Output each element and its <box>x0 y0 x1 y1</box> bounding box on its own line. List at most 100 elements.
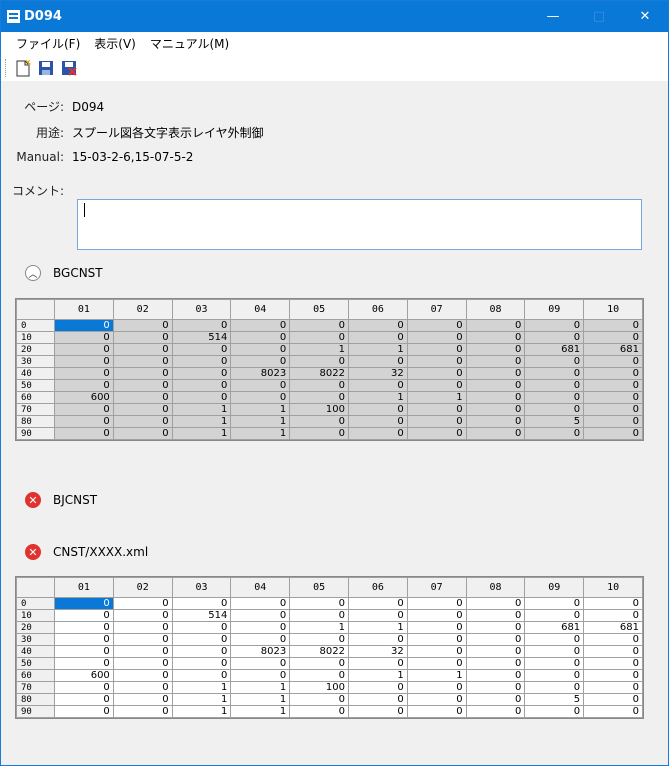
grid-cell[interactable]: 8022 <box>289 367 349 380</box>
column-header[interactable]: 03 <box>171 577 232 598</box>
grid-cell[interactable]: 0 <box>347 427 408 440</box>
grid-cell[interactable]: 0 <box>465 355 526 368</box>
grid-cell[interactable]: 0 <box>583 645 643 658</box>
grid-cell[interactable]: 0 <box>289 633 349 646</box>
grid-cell[interactable]: 0 <box>583 633 643 646</box>
save-icon[interactable] <box>36 58 56 78</box>
grid-cell[interactable]: 0 <box>524 367 585 380</box>
grid-cell[interactable]: 0 <box>289 379 349 392</box>
grid-cell[interactable]: 0 <box>583 693 643 706</box>
maximize-button[interactable]: □ <box>576 1 622 32</box>
grid-cell[interactable]: 0 <box>54 319 114 332</box>
grid-cell[interactable]: 0 <box>347 633 408 646</box>
grid-cell[interactable]: 0 <box>54 403 114 416</box>
grid-cell[interactable]: 1 <box>406 391 467 404</box>
column-header[interactable]: 02 <box>112 299 173 320</box>
grid-cell[interactable]: 0 <box>171 633 232 646</box>
grid-cell[interactable]: 0 <box>289 669 349 682</box>
grid-cell[interactable]: 0 <box>465 319 526 332</box>
grid-cell[interactable]: 0 <box>465 367 526 380</box>
grid-cell[interactable]: 0 <box>171 343 232 356</box>
column-header[interactable]: 04 <box>230 299 291 320</box>
grid-cell[interactable]: 0 <box>406 379 467 392</box>
grid-cell[interactable]: 0 <box>465 669 526 682</box>
grid-cell[interactable]: 1 <box>171 681 232 694</box>
row-header[interactable]: 40 <box>16 367 55 380</box>
grid-cell[interactable]: 0 <box>230 379 291 392</box>
grid-cell[interactable]: 0 <box>583 379 643 392</box>
grid-cell[interactable]: 0 <box>112 403 173 416</box>
grid-cell[interactable]: 0 <box>524 597 585 610</box>
grid-cell[interactable]: 0 <box>171 645 232 658</box>
column-header[interactable]: 02 <box>112 577 173 598</box>
grid-cell[interactable]: 0 <box>583 427 643 440</box>
grid-cell[interactable]: 1 <box>171 693 232 706</box>
grid-cell[interactable]: 1 <box>347 621 408 634</box>
close-button[interactable]: ✕ <box>622 1 668 32</box>
grid-cell[interactable]: 0 <box>524 355 585 368</box>
grid-cell[interactable]: 0 <box>465 343 526 356</box>
grid-cell[interactable]: 0 <box>465 415 526 428</box>
grid-cell[interactable]: 0 <box>583 415 643 428</box>
grid-cell[interactable]: 0 <box>230 633 291 646</box>
grid-cell[interactable]: 0 <box>465 609 526 622</box>
grid-cell[interactable]: 0 <box>406 645 467 658</box>
grid-cell[interactable]: 0 <box>112 331 173 344</box>
grid-cell[interactable]: 0 <box>406 597 467 610</box>
grid-cell[interactable]: 0 <box>406 355 467 368</box>
grid-cell[interactable]: 0 <box>289 693 349 706</box>
row-header[interactable]: 80 <box>16 693 55 706</box>
grid-cell[interactable]: 0 <box>465 403 526 416</box>
row-header[interactable]: 50 <box>16 657 55 670</box>
grid-cell[interactable]: 0 <box>524 319 585 332</box>
row-header[interactable]: 90 <box>16 427 55 440</box>
column-header[interactable]: 08 <box>465 299 526 320</box>
grid-cell[interactable]: 0 <box>406 415 467 428</box>
grid-cell[interactable]: 0 <box>583 669 643 682</box>
grid-cell[interactable]: 0 <box>524 681 585 694</box>
grid-cell[interactable]: 0 <box>54 367 114 380</box>
grid-cell[interactable]: 0 <box>112 415 173 428</box>
grid-cell[interactable]: 0 <box>289 705 349 718</box>
grid-cell[interactable]: 0 <box>583 391 643 404</box>
grid-cell[interactable]: 0 <box>347 319 408 332</box>
grid-cell[interactable]: 0 <box>54 645 114 658</box>
row-header[interactable]: 70 <box>16 403 55 416</box>
grid-cell[interactable]: 0 <box>524 403 585 416</box>
grid-cell[interactable]: 0 <box>583 681 643 694</box>
grid-cell[interactable]: 0 <box>230 331 291 344</box>
column-header[interactable]: 01 <box>54 299 114 320</box>
grid-cell[interactable]: 0 <box>112 379 173 392</box>
grid-cell[interactable]: 0 <box>583 403 643 416</box>
grid-cell[interactable]: 0 <box>347 597 408 610</box>
grid-cell[interactable]: 0 <box>112 645 173 658</box>
row-header[interactable]: 30 <box>16 355 55 368</box>
grid-cell[interactable]: 0 <box>289 427 349 440</box>
grid-cell[interactable]: 600 <box>54 669 114 682</box>
grid-cell[interactable]: 8023 <box>230 367 291 380</box>
minimize-button[interactable]: — <box>530 1 576 32</box>
grid-cell[interactable]: 0 <box>406 681 467 694</box>
grid-cell[interactable]: 0 <box>406 319 467 332</box>
grid-cell[interactable]: 0 <box>230 669 291 682</box>
toolbar-grip[interactable] <box>5 58 8 77</box>
grid-cell[interactable]: 0 <box>112 343 173 356</box>
grid-cell[interactable]: 0 <box>171 621 232 634</box>
grid-cell[interactable]: 0 <box>112 427 173 440</box>
grid-cell[interactable]: 0 <box>406 705 467 718</box>
grid-cell[interactable]: 0 <box>112 391 173 404</box>
grid-cell[interactable]: 0 <box>289 609 349 622</box>
grid-cell[interactable]: 1 <box>230 705 291 718</box>
grid-cell[interactable]: 8023 <box>230 645 291 658</box>
row-header[interactable]: 70 <box>16 681 55 694</box>
column-header[interactable]: 10 <box>583 577 643 598</box>
grid-cell[interactable]: 0 <box>112 633 173 646</box>
grid-cell[interactable]: 0 <box>524 669 585 682</box>
column-header[interactable]: 05 <box>289 577 349 598</box>
grid-cell[interactable]: 681 <box>583 343 643 356</box>
grid-cell[interactable]: 0 <box>171 657 232 670</box>
grid-cell[interactable]: 0 <box>347 681 408 694</box>
grid-cell[interactable]: 0 <box>465 331 526 344</box>
grid-cell[interactable]: 0 <box>171 319 232 332</box>
grid-cell[interactable]: 0 <box>524 633 585 646</box>
